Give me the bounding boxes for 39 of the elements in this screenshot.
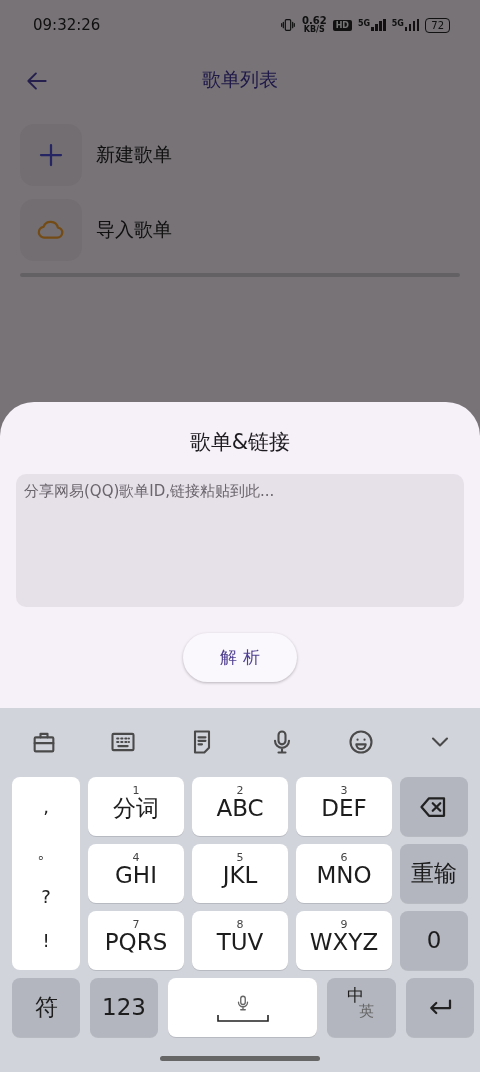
vibrate-icon bbox=[279, 17, 296, 33]
list-item[interactable]: 新建歌单 bbox=[20, 124, 460, 186]
keypad-key[interactable]: 4 GHI bbox=[88, 844, 184, 903]
page-title: 歌单列表 bbox=[202, 67, 278, 92]
punctuation-key[interactable]: 。 bbox=[37, 839, 55, 864]
list-item[interactable]: 导入歌单 bbox=[20, 199, 460, 261]
function-key[interactable]: 重输 bbox=[400, 844, 468, 903]
signal-icon bbox=[371, 19, 386, 31]
enter-key[interactable] bbox=[406, 978, 474, 1037]
link-input-field[interactable]: 分享网易(QQ)歌单ID,链接粘贴到此... bbox=[16, 474, 464, 607]
function-key[interactable]: 符 bbox=[12, 978, 80, 1037]
network-speed: 0.62 bbox=[301, 16, 327, 26]
space-key[interactable] bbox=[168, 978, 317, 1037]
smiley-icon[interactable] bbox=[346, 727, 375, 756]
function-key[interactable]: 0 bbox=[400, 911, 468, 970]
keypad-key[interactable]: 3 DEF bbox=[296, 777, 392, 836]
space-bar-icon bbox=[216, 1013, 269, 1022]
battery-level: 72 bbox=[425, 17, 450, 33]
sheet-title: 歌单&链接 bbox=[189, 429, 291, 456]
punctuation-key[interactable]: ! bbox=[42, 929, 50, 951]
keypad-key[interactable]: 6 MNO bbox=[296, 844, 392, 903]
function-key[interactable]: 123 bbox=[90, 978, 158, 1037]
network-type: 5G bbox=[358, 19, 371, 28]
keypad-key[interactable]: 8 TUV bbox=[192, 911, 288, 970]
keypad-key[interactable]: 5 JKL bbox=[192, 844, 288, 903]
punctuation-key[interactable]: , bbox=[43, 796, 49, 818]
parse-button[interactable]: 解 析 bbox=[183, 633, 297, 682]
language-switch-key[interactable]: 中 英 bbox=[327, 978, 396, 1037]
keypad-key[interactable]: 9 WXYZ bbox=[296, 911, 392, 970]
network-type: 5G bbox=[391, 19, 404, 28]
signal-icon bbox=[404, 19, 420, 31]
speed-unit: KB/S bbox=[303, 26, 325, 34]
hd-badge: HD bbox=[332, 19, 352, 31]
punctuation-key[interactable]: ? bbox=[41, 886, 51, 908]
clock: 09:32:26 bbox=[33, 16, 102, 34]
keypad-key[interactable]: 2 ABC bbox=[192, 777, 288, 836]
keypad-key[interactable]: 7 PQRS bbox=[88, 911, 184, 970]
backspace-key[interactable] bbox=[400, 777, 468, 836]
keypad-key[interactable]: 1 分词 bbox=[88, 777, 184, 836]
